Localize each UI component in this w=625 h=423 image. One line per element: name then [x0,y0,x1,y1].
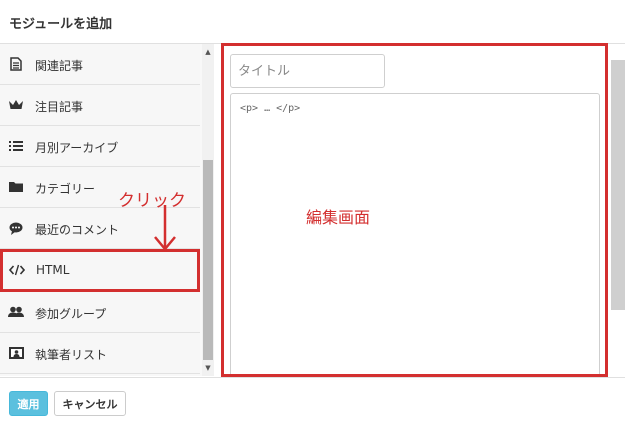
apply-button[interactable]: 適用 [9,391,48,416]
page-scrollbar[interactable] [611,60,625,310]
html-editor-panel [221,43,608,377]
sidebar-item-label: HTML [36,263,70,277]
add-module-dialog: モジュールを追加 関連記事 注目記事 月別アーカイブ カテゴリー 最近のコメント… [0,0,625,423]
sidebar-item-label: 執筆者リスト [35,348,108,362]
sidebar-item-label: 参加グループ [35,307,107,321]
sidebar-item-label: 月別アーカイブ [35,141,119,155]
scroll-down-icon[interactable]: ▼ [202,362,214,374]
document-icon [8,57,24,71]
dialog-title: モジュールを追加 [9,17,113,32]
comment-icon [8,221,24,235]
cancel-button[interactable]: キャンセル [54,391,126,416]
sidebar-item-label: 最近のコメント [35,223,120,237]
scroll-thumb[interactable] [203,160,213,360]
crown-icon [8,98,24,112]
html-content-editor[interactable] [230,93,600,374]
sidebar-item-html[interactable]: HTML [0,249,200,292]
sidebar-item-groups[interactable]: 参加グループ [0,292,200,333]
arrow-down-icon [154,205,176,251]
contact-card-icon [8,346,24,360]
sidebar-item-author-list[interactable]: 執筆者リスト [0,333,200,374]
list-icon [8,139,24,153]
sidebar-item-label: カテゴリー [35,182,96,196]
sidebar-item-monthly-archive[interactable]: 月別アーカイブ [0,126,200,167]
sidebar-item-label: 注目記事 [35,100,84,114]
folder-icon [8,180,24,194]
scroll-up-icon[interactable]: ▲ [202,46,214,58]
sidebar-item-featured-articles[interactable]: 注目記事 [0,85,200,126]
sidebar-item-label: 関連記事 [35,59,84,73]
edit-screen-annotation: 編集画面 [306,208,371,227]
code-icon [9,263,25,277]
sidebar-scrollbar[interactable]: ▲ ▼ [202,44,214,376]
dialog-footer: 適用 キャンセル [0,377,625,423]
dialog-header: モジュールを追加 [0,0,625,44]
sidebar-item-related-articles[interactable]: 関連記事 [0,44,200,85]
title-input[interactable] [230,54,385,88]
users-icon [8,305,24,319]
